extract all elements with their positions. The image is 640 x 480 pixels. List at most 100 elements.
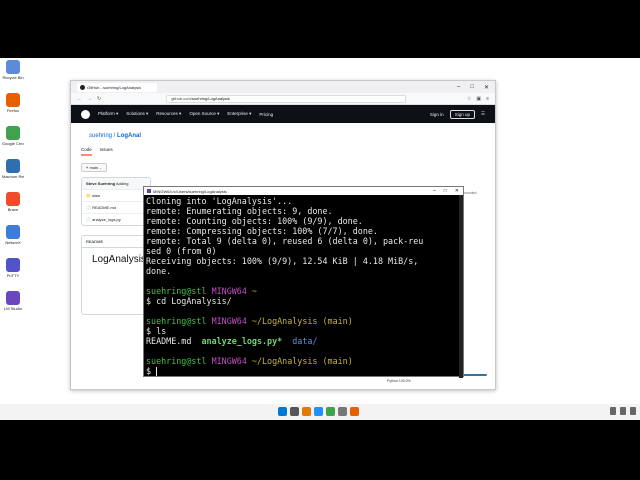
repo-owner[interactable]: suehring (89, 133, 112, 139)
desktop-icon[interactable]: LM Studio (2, 291, 24, 311)
taskbar-app-icon[interactable] (278, 407, 287, 416)
terminal-title: MINGW64:/c/Users/suehring/LogAnalysis (153, 188, 227, 194)
gh-nav-solutions[interactable]: Solutions ▾ (126, 111, 148, 117)
file-row-readme[interactable]: 📄 README.md (82, 201, 150, 213)
desktop-icon[interactable]: Google Chrome (2, 126, 24, 146)
taskbar-app-icon[interactable] (338, 407, 347, 416)
extensions-icon[interactable]: ▣ (476, 96, 481, 102)
taskbar-icons (278, 407, 359, 416)
app-icon (6, 159, 20, 173)
screen: Recycle Bin Firefox Google Chrome Macrium R… (0, 0, 640, 480)
back-icon[interactable]: ← (77, 96, 82, 102)
taskbar-app-icon[interactable] (350, 407, 359, 416)
taskbar-app-icon[interactable] (314, 407, 323, 416)
close-icon[interactable]: ✕ (455, 188, 459, 194)
taskbar-app-icon[interactable] (326, 407, 335, 416)
gh-nav-enterprise[interactable]: Enterprise ▾ (227, 111, 251, 117)
desktop-icon[interactable]: Recycle Bin (2, 60, 24, 80)
desktop-icon[interactable]: NetworX (2, 225, 24, 245)
tray-icon[interactable] (620, 407, 626, 415)
command-line: $ cd LogAnalysis/ (146, 296, 232, 306)
tray-icon[interactable] (630, 407, 636, 415)
text-cursor (156, 367, 158, 376)
repo-tabs: Code Issues (81, 147, 113, 156)
readme-panel: README LogAnalysis (81, 235, 151, 315)
menu-icon[interactable]: ≡ (486, 96, 489, 102)
terminal-window[interactable]: MINGW64:/c/Users/suehring/LogAnalysis – … (143, 186, 464, 378)
output-line: remote: Compressing objects: 100% (7/7),… (146, 226, 378, 236)
readme-heading: LogAnalysis (92, 254, 146, 265)
gh-nav-platform[interactable]: Platform ▾ (98, 111, 118, 117)
maximize-icon[interactable]: □ (470, 84, 474, 91)
close-icon[interactable]: ✕ (484, 84, 489, 91)
desktop-icon[interactable]: PuTTY (2, 258, 24, 278)
minimize-icon[interactable]: – (457, 84, 460, 91)
output-line: Cloning into 'LogAnalysis'... (146, 196, 293, 206)
github-favicon-icon (80, 84, 85, 90)
hamburger-icon[interactable]: ☰ (481, 111, 485, 117)
desktop-icon-label: Macrium Reflect (2, 174, 24, 179)
gh-nav-resources[interactable]: Resources ▾ (156, 111, 181, 117)
bookmark-icon[interactable]: ☆ (467, 96, 471, 102)
gh-nav-opensource[interactable]: Open Source ▾ (189, 111, 219, 117)
prompt-line: suehring@stl MINGW64 ~/LogAnalysis (main… (146, 316, 353, 326)
output-line: remote: Enumerating objects: 9, done. (146, 206, 333, 216)
desktop-icon-label: Recycle Bin (2, 75, 24, 80)
branch-selector[interactable]: ⑂ main ▾ (81, 163, 107, 172)
app-icon (6, 126, 20, 140)
tab-issues[interactable]: Issues (100, 147, 113, 156)
window-controls: – □ ✕ (457, 84, 495, 91)
minimize-icon[interactable]: – (433, 188, 436, 194)
system-tray (610, 407, 636, 415)
maximize-icon[interactable]: □ (444, 188, 447, 194)
github-header: Platform ▾ Solutions ▾ Resources ▾ Open … (71, 105, 495, 123)
mingw-icon (147, 189, 151, 193)
app-icon (6, 60, 20, 74)
app-icon (6, 225, 20, 239)
github-logo-icon[interactable] (81, 109, 90, 119)
browser-tabbar: GitHub - suehring/LogAnalysis – □ ✕ (71, 81, 495, 93)
gh-nav-pricing[interactable]: Pricing (259, 112, 273, 117)
url-bar[interactable]: github.com/suehring/LogAnalysis (166, 94, 407, 103)
ls-output: README.md analyze_logs.py* data/ (146, 336, 318, 346)
terminal-titlebar: MINGW64:/c/Users/suehring/LogAnalysis – … (144, 187, 463, 195)
desktop-icon[interactable]: Firefox (2, 93, 24, 113)
branch-name: main (89, 165, 99, 170)
taskbar-app-icon[interactable] (290, 407, 299, 416)
readme-tab[interactable]: README (82, 236, 150, 248)
taskbar (0, 404, 640, 420)
desktop: Recycle Bin Firefox Google Chrome Macrium R… (0, 58, 640, 420)
tab-title: GitHub - suehring/LogAnalysis (87, 84, 142, 90)
desktop-icon[interactable]: Brave (2, 192, 24, 212)
desktop-icon-label: Google Chrome (2, 141, 24, 146)
app-icon (6, 192, 20, 206)
forward-icon[interactable]: → (87, 96, 92, 102)
reload-icon[interactable]: ↻ (97, 96, 101, 102)
prompt-line: suehring@stl MINGW64 ~ (146, 286, 257, 296)
sign-in-link[interactable]: Sign in (430, 112, 444, 117)
commit-author[interactable]: Steve Suehring (86, 181, 115, 186)
command-line: $ ls (146, 326, 167, 336)
browser-navbar: ← → ↻ github.com/suehring/LogAnalysis ☆ … (71, 93, 495, 105)
tray-icon[interactable] (610, 407, 616, 415)
browser-tab[interactable]: GitHub - suehring/LogAnalysis (77, 82, 157, 92)
url-path: suehring/LogAnalysis (191, 96, 230, 101)
terminal-controls: – □ ✕ (433, 188, 463, 194)
commit-msg[interactable]: Adding (116, 181, 128, 186)
terminal-scrollbar[interactable] (459, 195, 463, 378)
output-line: Receiving objects: 100% (9/9), 12.54 KiB… (146, 256, 419, 266)
desktop-icon-label: PuTTY (6, 273, 20, 278)
command-line[interactable]: $ (146, 366, 461, 376)
sign-up-button[interactable]: Sign up (449, 109, 475, 119)
output-line: remote: Counting objects: 100% (9/9), do… (146, 216, 363, 226)
tab-code[interactable]: Code (81, 147, 92, 156)
app-icon (6, 258, 20, 272)
file-name: analyze_logs.py (92, 217, 121, 222)
taskbar-app-icon[interactable] (302, 407, 311, 416)
file-row-data[interactable]: 📁 data (82, 189, 150, 201)
repo-name[interactable]: LogAnal (117, 133, 141, 139)
desktop-icon[interactable]: Macrium Reflect (2, 159, 24, 179)
output-line: sed 0 (from 0) (146, 246, 217, 256)
file-row-py[interactable]: 📄 analyze_logs.py (82, 213, 150, 225)
terminal-output[interactable]: Cloning into 'LogAnalysis'... remote: Enu… (144, 195, 463, 377)
